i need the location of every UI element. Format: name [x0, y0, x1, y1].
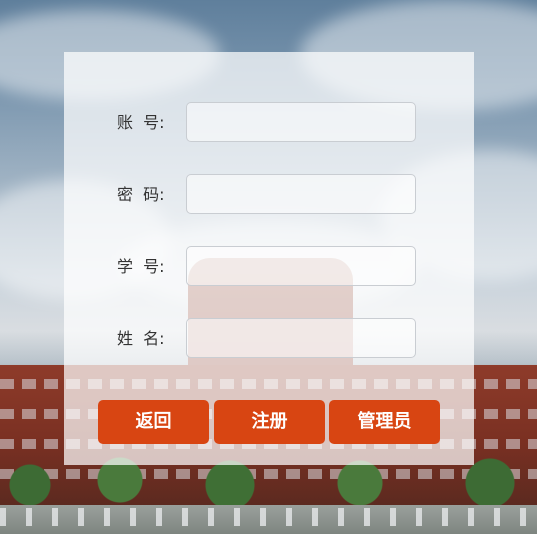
student-id-input[interactable] — [186, 246, 416, 286]
button-row: 返回 注册 管理员 — [98, 400, 443, 444]
student-id-row: 学 号: — [64, 246, 474, 288]
background-railing — [0, 508, 537, 526]
password-row: 密 码: — [64, 174, 474, 216]
admin-button[interactable]: 管理员 — [329, 400, 440, 444]
password-label: 密 码: — [117, 185, 165, 204]
register-button[interactable]: 注册 — [214, 400, 325, 444]
account-input[interactable] — [186, 102, 416, 142]
student-id-label: 学 号: — [117, 257, 165, 276]
password-input[interactable] — [186, 174, 416, 214]
name-label: 姓 名: — [117, 329, 165, 348]
account-row: 账 号: — [64, 102, 474, 144]
login-screen: 账 号: 密 码: 学 号: 姓 名: 返回 注册 管理员 — [0, 0, 537, 534]
name-input[interactable] — [186, 318, 416, 358]
account-label: 账 号: — [117, 113, 165, 132]
name-row: 姓 名: — [64, 318, 474, 360]
register-panel: 账 号: 密 码: 学 号: 姓 名: 返回 注册 管理员 — [64, 52, 474, 465]
back-button[interactable]: 返回 — [98, 400, 209, 444]
